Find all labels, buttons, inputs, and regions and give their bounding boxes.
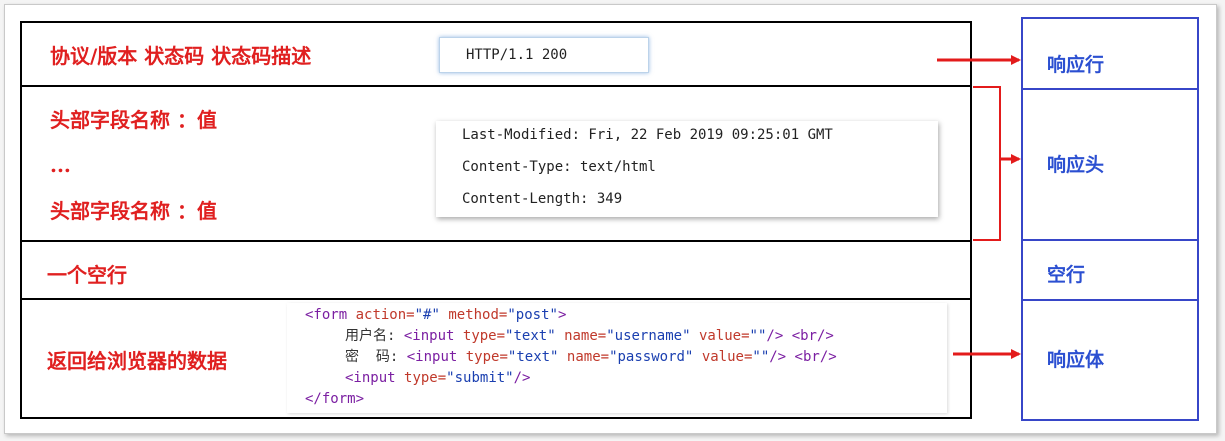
headers-bracket	[973, 86, 1001, 241]
diagram-frame: 协议/版本 状态码 状态码描述 HTTP/1.1 200 头部字段名称 ：值 .…	[4, 4, 1217, 434]
arrows-layer	[937, 55, 1021, 359]
